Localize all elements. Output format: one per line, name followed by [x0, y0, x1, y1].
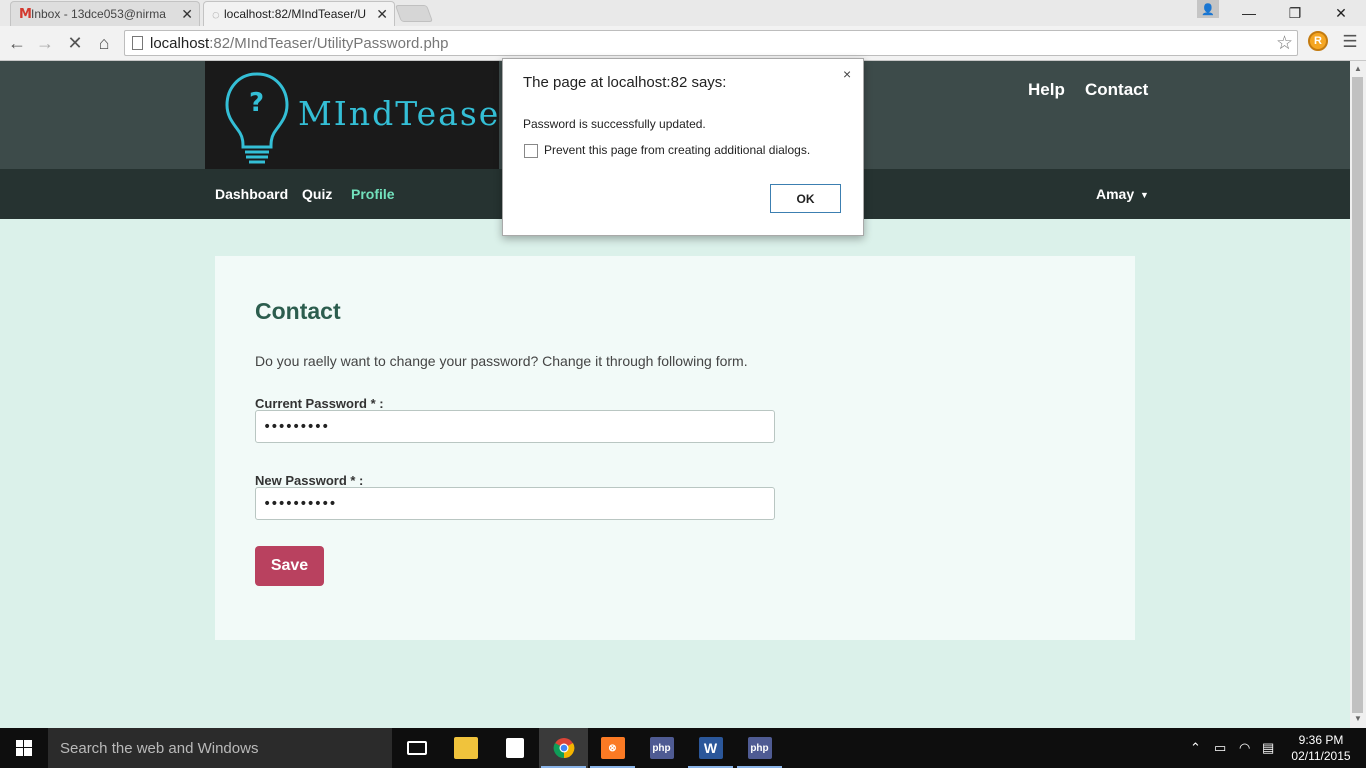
chrome-menu-icon[interactable]: ☰ [1339, 32, 1361, 52]
page-scrollbar[interactable]: ▲ ▼ [1350, 61, 1366, 728]
taskbar: Search the web and Windows ⊗ php W php ⌃… [0, 728, 1366, 768]
notification-icon[interactable]: ▤ [1262, 740, 1274, 756]
intro-text: Do you raelly want to change your passwo… [255, 353, 748, 369]
extension-icon[interactable]: R [1308, 31, 1328, 51]
restore-button[interactable]: ❐ [1272, 0, 1318, 26]
new-tab-button[interactable] [394, 5, 434, 22]
clock-time: 9:36 PM [1298, 733, 1344, 747]
bookmark-star-icon[interactable]: ☆ [1276, 32, 1293, 55]
logo-text: MIndTeaser [298, 94, 499, 133]
url-path: :82/MIndTeaser/UtilityPassword.php [209, 34, 449, 52]
xampp-icon[interactable]: ⊗ [588, 728, 637, 768]
chrome-icon[interactable] [539, 728, 588, 768]
chrome-logo-icon [553, 738, 574, 759]
gmail-icon: M [19, 7, 32, 22]
nav-quiz[interactable]: Quiz [302, 186, 332, 202]
url-host: localhost [150, 34, 210, 52]
scroll-down-icon[interactable]: ▼ [1350, 714, 1366, 723]
page-icon [132, 36, 143, 50]
new-password-label: New Password * : [255, 473, 364, 488]
current-password-label: Current Password * : [255, 396, 384, 411]
scroll-thumb[interactable] [1352, 77, 1363, 713]
php-icon[interactable]: php [735, 728, 784, 768]
file-explorer-icon[interactable] [441, 728, 490, 768]
svg-text:?: ? [249, 88, 264, 118]
lightbulb-icon: ? [225, 72, 289, 164]
close-tab-icon[interactable]: ✕ [181, 6, 193, 23]
scroll-up-icon[interactable]: ▲ [1350, 64, 1366, 73]
address-bar[interactable]: localhost:82/MIndTeaser/UtilityPassword.… [124, 30, 1298, 56]
profile-icon[interactable]: 👤 [1197, 0, 1219, 18]
word-icon[interactable]: W [686, 728, 735, 768]
tab-gmail-inbox[interactable]: M Inbox - 13dce053@nirma ✕ [10, 1, 200, 26]
dialog-message: Password is successfully updated. [523, 117, 706, 131]
windows-logo-icon [16, 740, 32, 756]
chevron-up-icon[interactable]: ⌃ [1190, 740, 1201, 756]
nav-dashboard[interactable]: Dashboard [215, 186, 288, 202]
save-button[interactable]: Save [255, 546, 324, 586]
task-view-icon[interactable] [392, 728, 441, 768]
tab-utility-password[interactable]: ◌ localhost:82/MIndTeaser/U ✕ [203, 1, 395, 26]
ok-button[interactable]: OK [770, 184, 841, 213]
start-button[interactable] [0, 728, 48, 768]
prevent-dialogs-label[interactable]: Prevent this page from creating addition… [544, 143, 810, 157]
contact-link[interactable]: Contact [1085, 80, 1148, 100]
new-password-field[interactable] [255, 487, 775, 520]
php-icon[interactable]: php [637, 728, 686, 768]
close-icon[interactable]: × [843, 66, 851, 82]
logo[interactable]: ? MIndTeaser [205, 61, 499, 169]
store-icon[interactable] [490, 728, 539, 768]
tab-label: localhost:82/MIndTeaser/U [224, 7, 367, 21]
close-tab-icon[interactable]: ✕ [376, 6, 388, 23]
page-title: Contact [255, 298, 341, 324]
nav-profile[interactable]: Profile [351, 186, 395, 202]
help-link[interactable]: Help [1028, 80, 1065, 100]
current-password-field[interactable] [255, 410, 775, 443]
forward-arrow-icon[interactable]: → [33, 31, 57, 55]
home-icon[interactable]: ⌂ [92, 31, 116, 55]
minimize-button[interactable]: — [1226, 0, 1272, 26]
battery-icon[interactable]: ▭ [1214, 740, 1226, 756]
prevent-dialogs-checkbox[interactable] [524, 144, 538, 158]
taskbar-search[interactable]: Search the web and Windows [48, 728, 392, 768]
browser-toolbar: ← → ✕ ⌂ localhost:82/MIndTeaser/UtilityP… [0, 26, 1366, 61]
clock-date: 02/11/2015 [1291, 749, 1351, 763]
back-arrow-icon[interactable]: ← [5, 31, 29, 55]
stop-icon[interactable]: ✕ [63, 31, 87, 55]
tab-label: Inbox - 13dce053@nirma [31, 7, 166, 21]
dialog-title: The page at localhost:82 says: [523, 74, 727, 91]
clock[interactable]: 9:36 PM 02/11/2015 [1281, 732, 1361, 764]
user-menu[interactable]: Amay [1096, 186, 1134, 202]
caret-down-icon[interactable]: ▼ [1140, 190, 1149, 200]
wifi-icon[interactable]: ◠ [1239, 740, 1250, 756]
content-card [215, 256, 1135, 640]
loading-icon: ◌ [212, 7, 220, 22]
alert-dialog: The page at localhost:82 says: × Passwor… [502, 58, 864, 236]
close-window-button[interactable]: ✕ [1318, 0, 1364, 26]
tab-strip: M Inbox - 13dce053@nirma ✕ ◌ localhost:8… [0, 0, 1366, 26]
